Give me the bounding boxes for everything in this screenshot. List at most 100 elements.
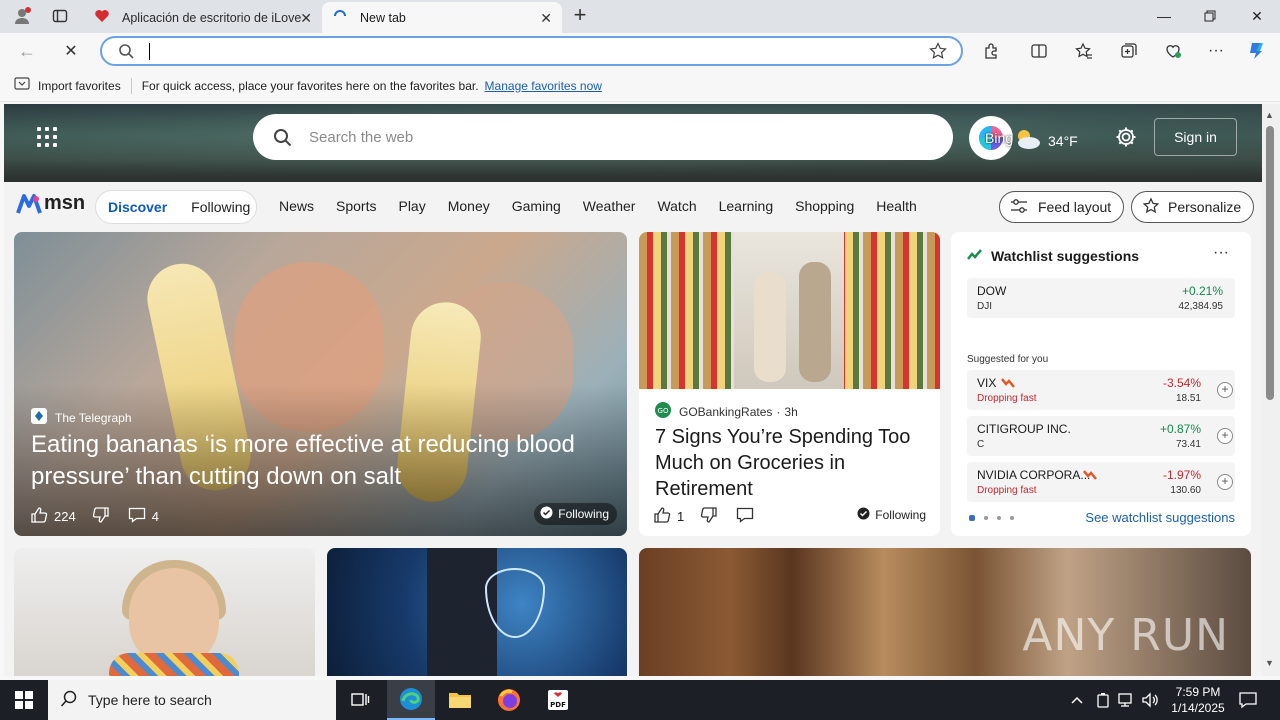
news-card[interactable]	[327, 548, 627, 676]
msn-new-tab-page: Search the web Bing 34°F Sign in msn Dis…	[4, 104, 1262, 676]
settings-gear-icon[interactable]	[1115, 126, 1137, 154]
stock-row[interactable]: DOW DJI +0.21% 42,384.95	[967, 278, 1235, 318]
category-learning[interactable]: Learning	[719, 198, 774, 214]
close-tab-icon[interactable]: ✕	[300, 10, 312, 27]
weather-widget[interactable]: 34°F	[1012, 128, 1078, 153]
article-headline[interactable]: 7 Signs You’re Spending Too Much on Groc…	[655, 424, 930, 502]
category-health[interactable]: Health	[876, 198, 916, 214]
copilot-button[interactable]: Bing	[969, 116, 1013, 160]
page-scrollbar[interactable]: ▲ ▼	[1262, 104, 1280, 676]
category-play[interactable]: Play	[398, 198, 425, 214]
extensions-icon[interactable]	[978, 39, 1004, 63]
see-watchlist-link[interactable]: See watchlist suggestions	[1085, 510, 1235, 525]
comment-icon[interactable]	[736, 507, 754, 526]
scroll-up-icon[interactable]: ▲	[1265, 110, 1274, 120]
dislike-icon[interactable]	[92, 506, 110, 527]
msn-logo[interactable]: msn	[16, 192, 85, 215]
like-icon[interactable]	[653, 506, 671, 527]
comment-icon[interactable]	[128, 507, 146, 526]
address-bar[interactable]	[100, 36, 963, 66]
category-watch[interactable]: Watch	[657, 198, 696, 214]
split-screen-icon[interactable]	[1026, 39, 1052, 63]
following-chip[interactable]: Following	[857, 507, 926, 523]
copilot-icon[interactable]	[1244, 39, 1270, 63]
feed-layout-button[interactable]: Feed layout	[999, 191, 1125, 223]
manage-favorites-link[interactable]: Manage favorites now	[485, 79, 602, 93]
ilovepdf-taskbar-icon[interactable]: PDF	[534, 680, 582, 720]
source-name: GOBankingRates	[679, 404, 773, 419]
news-card[interactable]	[14, 548, 315, 676]
category-money[interactable]: Money	[448, 198, 490, 214]
stock-price: 73.41	[1175, 439, 1201, 450]
like-icon[interactable]	[30, 506, 48, 527]
windows-start-icon[interactable]	[0, 680, 48, 720]
minimize-icon[interactable]: —	[1141, 6, 1187, 26]
web-search-box[interactable]: Search the web	[253, 114, 953, 160]
volume-icon[interactable]	[1142, 680, 1160, 720]
stock-row[interactable]: VIX Dropping fast -3.54% 18.51 +	[967, 370, 1235, 410]
category-news[interactable]: News	[279, 198, 314, 214]
category-sports[interactable]: Sports	[336, 198, 376, 214]
personalize-button[interactable]: Personalize	[1131, 191, 1255, 223]
sign-in-button[interactable]: Sign in	[1154, 118, 1237, 156]
favorites-icon[interactable]	[1071, 39, 1097, 63]
add-to-watchlist-icon[interactable]: +	[1217, 474, 1233, 490]
article-headline[interactable]: Eating bananas ‘is more effective at red…	[31, 429, 611, 493]
copilot-label: Bing	[985, 130, 1014, 146]
close-window-icon[interactable]: ✕	[1234, 6, 1280, 26]
firefox-icon[interactable]	[485, 680, 533, 720]
stock-change: +0.87%	[1159, 422, 1201, 436]
dislike-icon[interactable]	[700, 506, 718, 527]
stock-trend-icon	[967, 248, 983, 264]
add-to-watchlist-icon[interactable]: +	[1217, 382, 1233, 398]
gobankingrates-logo-icon: GO	[655, 402, 671, 421]
collections-icon[interactable]	[1116, 39, 1142, 63]
stop-loading-icon[interactable]: ✕	[58, 39, 84, 63]
tab-new-tab[interactable]: New tab ✕	[322, 2, 562, 33]
network-icon[interactable]	[1118, 680, 1136, 720]
carousel-dots[interactable]	[969, 515, 1014, 521]
stock-row[interactable]: CITIGROUP INC. C +0.87% 73.41 +	[967, 416, 1235, 456]
import-favorites-button[interactable]: Import favorites	[14, 77, 121, 94]
edge-taskbar-icon[interactable]	[387, 680, 435, 720]
scrollbar-thumb[interactable]	[1266, 126, 1274, 400]
browser-essentials-icon[interactable]	[1160, 39, 1186, 63]
news-card[interactable]: ANY RUN	[639, 548, 1251, 676]
category-weather[interactable]: Weather	[583, 198, 636, 214]
loading-icon	[332, 8, 348, 27]
favorite-star-icon[interactable]	[929, 42, 947, 65]
article-age: 3h	[784, 404, 798, 419]
new-tab-button[interactable]: +	[568, 4, 592, 28]
article-source[interactable]: GO GOBankingRates · 3h	[655, 402, 798, 421]
close-tab-icon[interactable]: ✕	[540, 10, 552, 27]
following-chip[interactable]: Following	[534, 503, 617, 525]
more-options-icon[interactable]: ···	[1203, 39, 1229, 63]
tab-ilovepdf[interactable]: Aplicación de escritorio de iLovePDF ✕	[84, 2, 322, 33]
scroll-down-icon[interactable]: ▼	[1265, 658, 1274, 668]
battery-icon[interactable]	[1096, 680, 1110, 720]
task-view-icon[interactable]	[336, 680, 384, 720]
show-hidden-icons[interactable]	[1070, 680, 1084, 720]
article-source[interactable]: The Telegraph	[31, 408, 132, 427]
hero-news-card[interactable]: The Telegraph Eating bananas ‘is more ef…	[14, 232, 627, 536]
heart-icon	[94, 8, 110, 27]
app-launcher-icon[interactable]	[37, 127, 57, 147]
watchlist-header[interactable]: Watchlist suggestions	[967, 248, 1139, 264]
profile-icon[interactable]	[8, 4, 36, 28]
groceries-news-card[interactable]: GO GOBankingRates · 3h 7 Signs You’re Sp…	[639, 232, 940, 536]
stock-row[interactable]: NVIDIA CORPORA... Dropping fast -1.97% 1…	[967, 462, 1235, 502]
tab-following[interactable]: Following	[191, 199, 250, 215]
taskbar-search-box[interactable]: Type here to search	[48, 680, 336, 720]
back-icon[interactable]: ←	[14, 39, 40, 63]
photo-shape	[799, 262, 831, 382]
category-shopping[interactable]: Shopping	[795, 198, 854, 214]
system-clock[interactable]: 7:59 PM 1/14/2025	[1160, 684, 1236, 716]
notifications-icon[interactable]	[1238, 680, 1258, 720]
more-options-icon[interactable]: ···	[1213, 244, 1229, 262]
tab-actions-icon[interactable]	[46, 4, 74, 28]
file-explorer-icon[interactable]	[436, 680, 484, 720]
add-to-watchlist-icon[interactable]: +	[1217, 428, 1233, 444]
category-gaming[interactable]: Gaming	[512, 198, 561, 214]
restore-icon[interactable]	[1187, 6, 1233, 26]
tab-discover[interactable]: Discover	[108, 199, 167, 215]
